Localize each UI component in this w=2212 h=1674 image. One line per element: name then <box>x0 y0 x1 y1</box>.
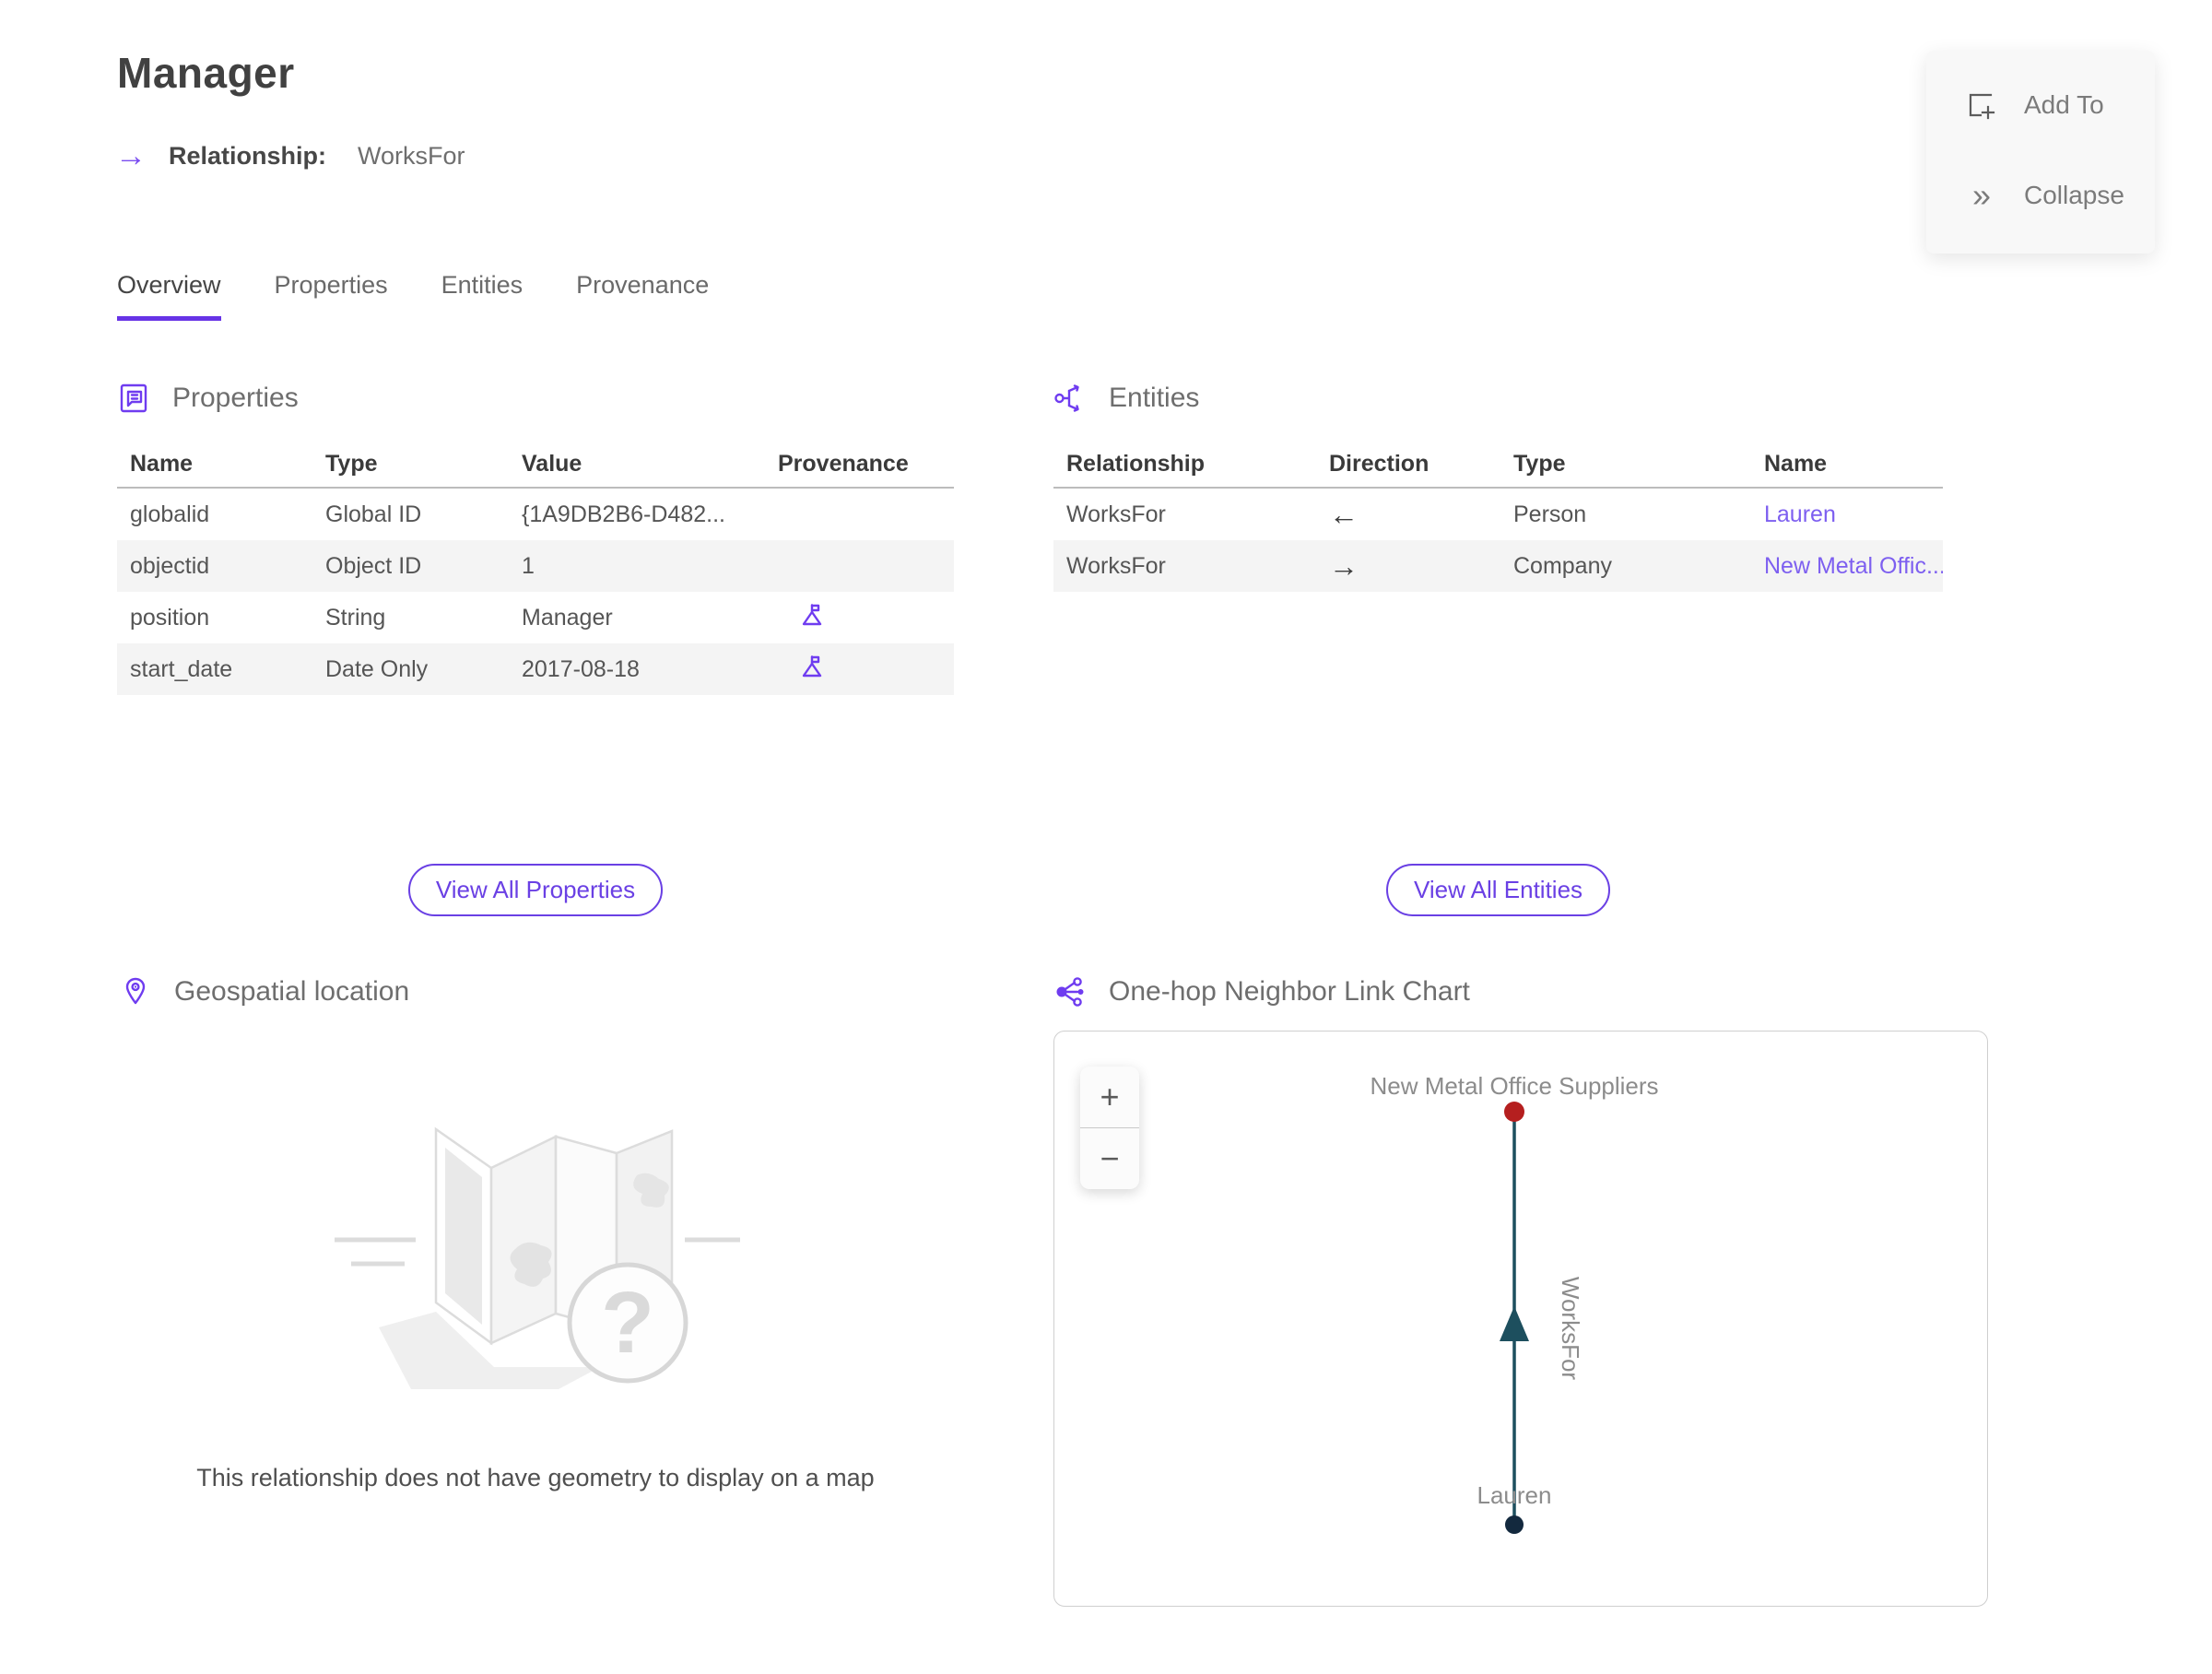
table-row: WorksFor ← Person Lauren <box>1053 489 1943 540</box>
table-row: WorksFor → Company New Metal Offic... <box>1053 540 1943 592</box>
provenance-flag-icon[interactable] <box>800 603 824 627</box>
provenance-flag-icon[interactable] <box>800 654 824 678</box>
col-name: Name <box>130 450 194 477</box>
col-name: Name <box>1764 450 1828 477</box>
entities-section-header: Entities <box>1053 382 1199 415</box>
view-all-entities-row: View All Entities <box>1053 864 1943 916</box>
company-node-label: New Metal Office Suppliers <box>1370 1072 1658 1100</box>
tab-bar: Overview Properties Entities Provenance <box>117 271 709 321</box>
properties-table: Name Type Value Provenance globalid Glob… <box>117 441 954 695</box>
entity-relationship: WorksFor <box>1066 501 1166 527</box>
tab-provenance[interactable]: Provenance <box>576 271 709 321</box>
entities-section-title: Entities <box>1109 383 1200 413</box>
entities-icon <box>1053 382 1087 415</box>
properties-section-title: Properties <box>172 383 299 413</box>
add-to-icon <box>1965 89 1996 121</box>
direction-arrow-icon: → <box>1329 548 1359 583</box>
prop-type: Date Only <box>325 655 429 682</box>
page-title: Manager <box>117 49 295 97</box>
relationship-arrow-icon: → <box>115 138 147 173</box>
edge-arrowhead <box>1500 1306 1529 1341</box>
subtitle-value: WorksFor <box>358 141 465 170</box>
map-placeholder-illustration: ? <box>117 1092 954 1401</box>
svg-text:?: ? <box>601 1274 654 1372</box>
entities-table: Relationship Direction Type Name WorksFo… <box>1053 441 1943 592</box>
actions-card: Add To » Collapse <box>1926 51 2155 253</box>
col-type: Type <box>325 450 378 477</box>
view-all-properties-button[interactable]: View All Properties <box>407 864 664 916</box>
prop-value: Manager <box>522 604 613 631</box>
entity-name-link[interactable]: New Metal Offic... <box>1764 553 1943 579</box>
prop-type: Object ID <box>325 552 422 579</box>
prop-provenance <box>765 654 954 685</box>
collapse-label: Collapse <box>2024 181 2124 209</box>
link-chart-canvas: New Metal Office Suppliers WorksFor Laur… <box>1370 1072 1659 1534</box>
entity-type: Company <box>1513 552 1612 579</box>
entity-relationship: WorksFor <box>1066 552 1166 579</box>
view-all-properties-row: View All Properties <box>117 864 954 916</box>
map-pin-icon <box>119 975 152 1008</box>
zoom-control: + − <box>1080 1067 1139 1189</box>
prop-type: String <box>325 604 386 631</box>
collapse-button[interactable]: » Collapse <box>1965 176 2155 214</box>
link-chart-section-title: One-hop Neighbor Link Chart <box>1109 976 1470 1007</box>
prop-value: 1 <box>522 552 535 579</box>
view-all-entities-button[interactable]: View All Entities <box>1385 864 1611 916</box>
prop-name: globalid <box>130 501 210 527</box>
entity-name-link[interactable]: Lauren <box>1764 501 1836 527</box>
tab-entities[interactable]: Entities <box>441 271 524 321</box>
col-direction: Direction <box>1329 450 1430 477</box>
relationship-subtitle: → Relationship: WorksFor <box>115 140 465 171</box>
geospatial-section-header: Geospatial location <box>119 975 409 1008</box>
zoom-out-button[interactable]: − <box>1080 1127 1139 1189</box>
properties-icon <box>117 382 150 415</box>
tab-overview[interactable]: Overview <box>117 271 221 321</box>
table-row: start_date Date Only 2017-08-18 <box>117 643 954 695</box>
prop-name: start_date <box>130 655 233 682</box>
link-chart-icon <box>1053 975 1087 1008</box>
zoom-in-button[interactable]: + <box>1080 1067 1139 1127</box>
link-chart-section-header: One-hop Neighbor Link Chart <box>1053 975 1470 1008</box>
add-to-label: Add To <box>2024 90 2104 119</box>
prop-type: Global ID <box>325 501 422 527</box>
table-row: globalid Global ID {1A9DB2B6-D482... <box>117 489 954 540</box>
prop-name: position <box>130 604 210 631</box>
tab-properties[interactable]: Properties <box>275 271 388 321</box>
edge-label: WorksFor <box>1557 1277 1584 1381</box>
geospatial-section-title: Geospatial location <box>174 976 410 1007</box>
map-empty-message: This relationship does not have geometry… <box>196 1464 875 1491</box>
entities-table-header: Relationship Direction Type Name <box>1053 441 1943 489</box>
col-type: Type <box>1513 450 1566 477</box>
prop-value: 2017-08-18 <box>522 655 640 682</box>
person-node[interactable] <box>1505 1515 1524 1534</box>
direction-arrow-icon: ← <box>1329 497 1359 531</box>
table-row: objectid Object ID 1 <box>117 540 954 592</box>
person-node-label: Lauren <box>1477 1481 1552 1509</box>
col-provenance: Provenance <box>778 450 909 477</box>
properties-table-header: Name Type Value Provenance <box>117 441 954 489</box>
prop-provenance <box>765 603 954 633</box>
add-to-button[interactable]: Add To <box>1965 89 2155 121</box>
subtitle-label: Relationship: <box>169 141 327 170</box>
col-value: Value <box>522 450 582 477</box>
collapse-icon: » <box>1971 176 1991 214</box>
properties-section-header: Properties <box>117 382 299 415</box>
prop-name: objectid <box>130 552 210 579</box>
col-relationship: Relationship <box>1066 450 1206 477</box>
one-hop-link-chart-panel: New Metal Office Suppliers WorksFor Laur… <box>1053 1031 1988 1607</box>
entity-type: Person <box>1513 501 1587 527</box>
prop-value: {1A9DB2B6-D482... <box>522 501 725 527</box>
table-row: position String Manager <box>117 592 954 643</box>
company-node[interactable] <box>1504 1102 1524 1122</box>
relationship-detail-page: Manager → Relationship: WorksFor Add To … <box>0 0 2212 1674</box>
